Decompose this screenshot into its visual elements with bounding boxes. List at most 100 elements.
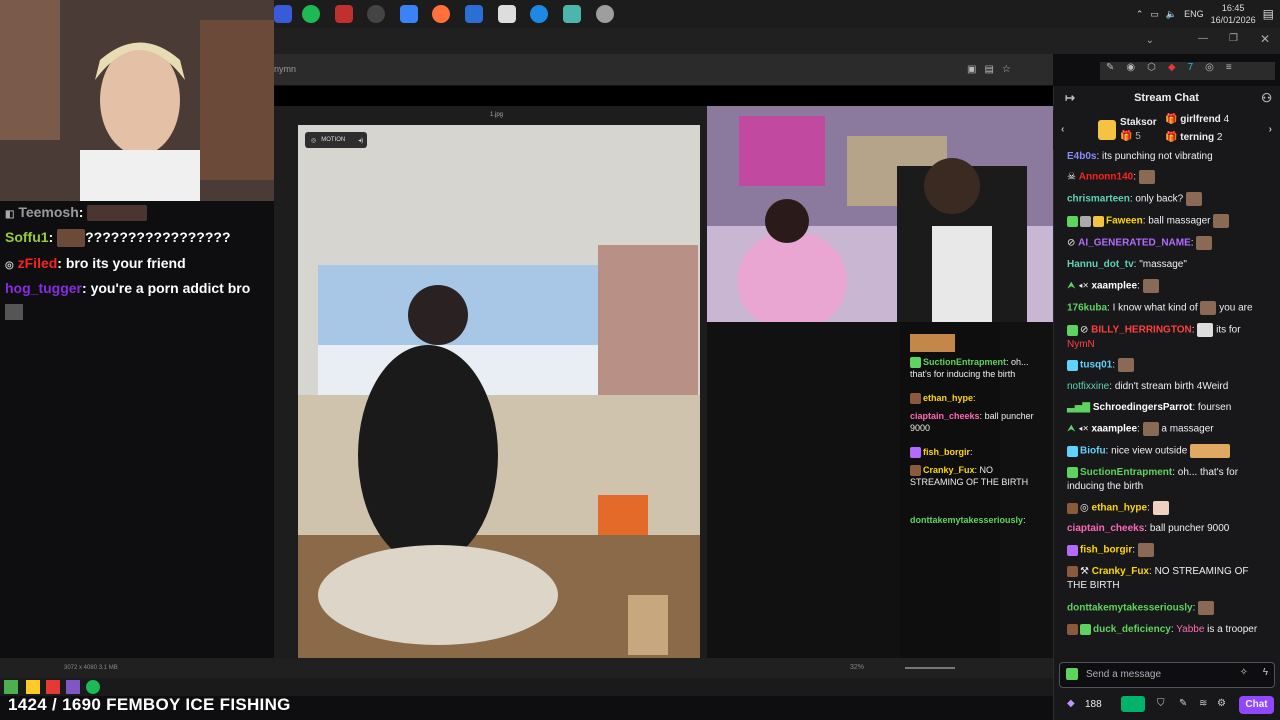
chat-username[interactable]: fish_borgir bbox=[1080, 545, 1132, 556]
clock[interactable]: 16:45 16/01/2026 bbox=[1211, 2, 1256, 26]
app-icon[interactable] bbox=[46, 680, 60, 694]
chat-message[interactable]: ⮝ ◂× xaamplee: bbox=[1067, 279, 1267, 294]
chat-username[interactable]: Biofu bbox=[1080, 446, 1106, 457]
language-indicator[interactable]: ENG bbox=[1184, 9, 1204, 19]
chat-message[interactable]: donttakemytakesseriously: bbox=[1067, 601, 1267, 616]
firefox-icon[interactable] bbox=[432, 5, 450, 23]
motion-toggle[interactable]: ◎ MOTION ◂) bbox=[305, 132, 367, 148]
chat-username[interactable]: SchroedingersParrot bbox=[1093, 402, 1192, 413]
chat-username[interactable]: Cranky_Fux bbox=[1092, 566, 1149, 577]
points-icon[interactable]: ◆ bbox=[1067, 698, 1075, 709]
restore-icon[interactable]: ❐ bbox=[1229, 33, 1238, 44]
gift-count: 🎁 5 bbox=[1120, 131, 1141, 142]
chat-username[interactable]: ethan_hype bbox=[1092, 503, 1148, 514]
obs-icon[interactable] bbox=[367, 5, 385, 23]
mute-icon: ◂× bbox=[1078, 423, 1089, 435]
chat-username[interactable]: AI_GENERATED_NAME bbox=[1078, 238, 1191, 249]
spotify-icon[interactable] bbox=[302, 5, 320, 23]
chevron-right-icon[interactable]: › bbox=[1269, 124, 1272, 135]
volume-icon[interactable]: 🔈 bbox=[1166, 9, 1177, 20]
app-icon[interactable] bbox=[274, 5, 292, 23]
chat-username[interactable]: 176kuba bbox=[1067, 303, 1107, 314]
chat-message[interactable]: tusq01: bbox=[1067, 358, 1267, 373]
chat-input[interactable]: Send a message ✧ ϟ bbox=[1059, 662, 1275, 688]
chat-message[interactable]: ⊘ BILLY_HERRINGTON: its for NymN bbox=[1067, 323, 1267, 352]
chevron-up-icon[interactable]: ⌃ bbox=[1136, 9, 1144, 20]
chat-username[interactable]: xaamplee bbox=[1091, 424, 1137, 435]
folder-icon[interactable] bbox=[26, 680, 40, 694]
discord-icon[interactable] bbox=[66, 680, 80, 694]
network-icon[interactable]: ▭ bbox=[1150, 9, 1159, 20]
zoom-slider[interactable] bbox=[905, 667, 955, 669]
app-icon[interactable] bbox=[563, 5, 581, 23]
chat-message[interactable]: ⚒ Cranky_Fux: NO STREAMING OF THE BIRTH bbox=[1067, 565, 1267, 593]
chat-message[interactable]: Faween: ball massager bbox=[1067, 214, 1267, 229]
minimize-icon[interactable]: — bbox=[1198, 33, 1208, 44]
extension-icon[interactable]: ◎ bbox=[1205, 62, 1214, 80]
chat-username[interactable]: notfixxine bbox=[1067, 381, 1109, 392]
7tv-icon[interactable]: ≋ bbox=[1199, 698, 1207, 709]
pen-icon[interactable]: ✎ bbox=[1179, 698, 1187, 709]
chat-send-button[interactable]: Chat bbox=[1239, 696, 1274, 714]
account-icon[interactable]: ◉ bbox=[1126, 62, 1135, 80]
chat-username[interactable]: Faween bbox=[1106, 216, 1143, 227]
chat-message[interactable]: 176kuba: I know what kind of you are bbox=[1067, 301, 1267, 316]
chat-message[interactable]: SuctionEntrapment: oh... that's for indu… bbox=[1067, 466, 1267, 494]
chat-message[interactable]: E4b0s: its punching not vibrating bbox=[1067, 150, 1267, 164]
chat-message[interactable]: ⮝ ◂× xaamplee: a massager bbox=[1067, 422, 1267, 437]
overlay-username: ethan_hype bbox=[923, 393, 974, 403]
chat-message[interactable]: Biofu: nice view outside bbox=[1067, 444, 1267, 459]
reader-icon[interactable]: ▤ bbox=[984, 64, 993, 75]
chat-username[interactable]: BILLY_HERRINGTON bbox=[1091, 325, 1192, 336]
sparkle-icon[interactable]: ✧ bbox=[1240, 667, 1248, 678]
7tv-icon[interactable]: 7 bbox=[1188, 62, 1194, 80]
spotify-icon[interactable] bbox=[86, 680, 100, 694]
gift-icon[interactable] bbox=[1121, 696, 1145, 712]
chat-username[interactable]: tusq01 bbox=[1080, 360, 1112, 371]
chat-username[interactable]: chrismarteen bbox=[1067, 194, 1130, 205]
extension-icon[interactable]: ◆ bbox=[1168, 62, 1176, 80]
chevron-down-icon[interactable]: ⌄ bbox=[1146, 35, 1154, 46]
chat-username[interactable]: donttakemytakesseriously bbox=[1067, 603, 1193, 614]
chat-message[interactable]: duck_deficiency: Yabbe is a trooper bbox=[1067, 623, 1267, 637]
chat-message[interactable]: ◎ ethan_hype: bbox=[1067, 501, 1267, 516]
browser-icon[interactable] bbox=[530, 5, 548, 23]
chat-message[interactable]: ☠ Annonn140: bbox=[1067, 170, 1267, 185]
star-icon[interactable]: ☆ bbox=[1002, 64, 1011, 75]
app-icon[interactable] bbox=[596, 5, 614, 23]
users-icon[interactable]: ⚇ bbox=[1261, 86, 1272, 110]
chat-username[interactable]: ciaptain_cheeks bbox=[1067, 523, 1144, 534]
chat-username[interactable]: xaamplee bbox=[1091, 281, 1137, 292]
chat-username[interactable]: duck_deficiency bbox=[1093, 624, 1171, 635]
extensions-icon[interactable]: ⬡ bbox=[1147, 62, 1156, 80]
screenshot-icon[interactable]: ▣ bbox=[967, 64, 976, 75]
chat-message[interactable]: ciaptain_cheeks: ball puncher 9000 bbox=[1067, 522, 1267, 536]
shield-icon[interactable]: ⛉ bbox=[1157, 698, 1165, 709]
chat-username[interactable]: Hannu_dot_tv bbox=[1067, 259, 1134, 270]
chat-message[interactable]: Hannu_dot_tv: "massage" bbox=[1067, 258, 1267, 272]
chat-message[interactable]: fish_borgir: bbox=[1067, 543, 1267, 558]
wrench-icon[interactable]: ✎ bbox=[1106, 62, 1114, 80]
notification-icon[interactable]: ▤ bbox=[1263, 7, 1274, 21]
chevron-left-icon[interactable]: ‹ bbox=[1061, 124, 1064, 135]
address-input[interactable]: nymn bbox=[274, 64, 296, 74]
badge-icon bbox=[910, 447, 921, 459]
app-icon[interactable] bbox=[465, 5, 483, 23]
chat-message[interactable]: ▃▅▇ SchroedingersParrot: foursen bbox=[1067, 401, 1267, 415]
app-icon[interactable] bbox=[498, 5, 516, 23]
app-icon[interactable] bbox=[4, 680, 18, 694]
chat-username[interactable]: Annonn140 bbox=[1079, 172, 1133, 183]
collapse-icon[interactable]: ↦ bbox=[1065, 86, 1075, 110]
chat-message[interactable]: ⊘ AI_GENERATED_NAME: bbox=[1067, 236, 1267, 251]
7tv-emote-icon[interactable]: ϟ bbox=[1263, 667, 1268, 678]
video-app-icon[interactable] bbox=[335, 5, 353, 23]
chat-username[interactable]: E4b0s bbox=[1067, 151, 1096, 162]
chat-message[interactable]: chrismarteen: only back? bbox=[1067, 192, 1267, 207]
menu-icon[interactable]: ≡ bbox=[1226, 62, 1232, 80]
chat-message[interactable]: notfixxine: didn't stream birth 4Weird bbox=[1067, 380, 1267, 394]
ccleaner-icon[interactable] bbox=[400, 5, 418, 23]
zoom-level[interactable]: 32% bbox=[850, 664, 864, 671]
close-icon[interactable]: ✕ bbox=[1260, 32, 1270, 46]
gear-icon[interactable]: ⚙ bbox=[1217, 698, 1226, 709]
chat-username[interactable]: SuctionEntrapment bbox=[1080, 467, 1172, 478]
